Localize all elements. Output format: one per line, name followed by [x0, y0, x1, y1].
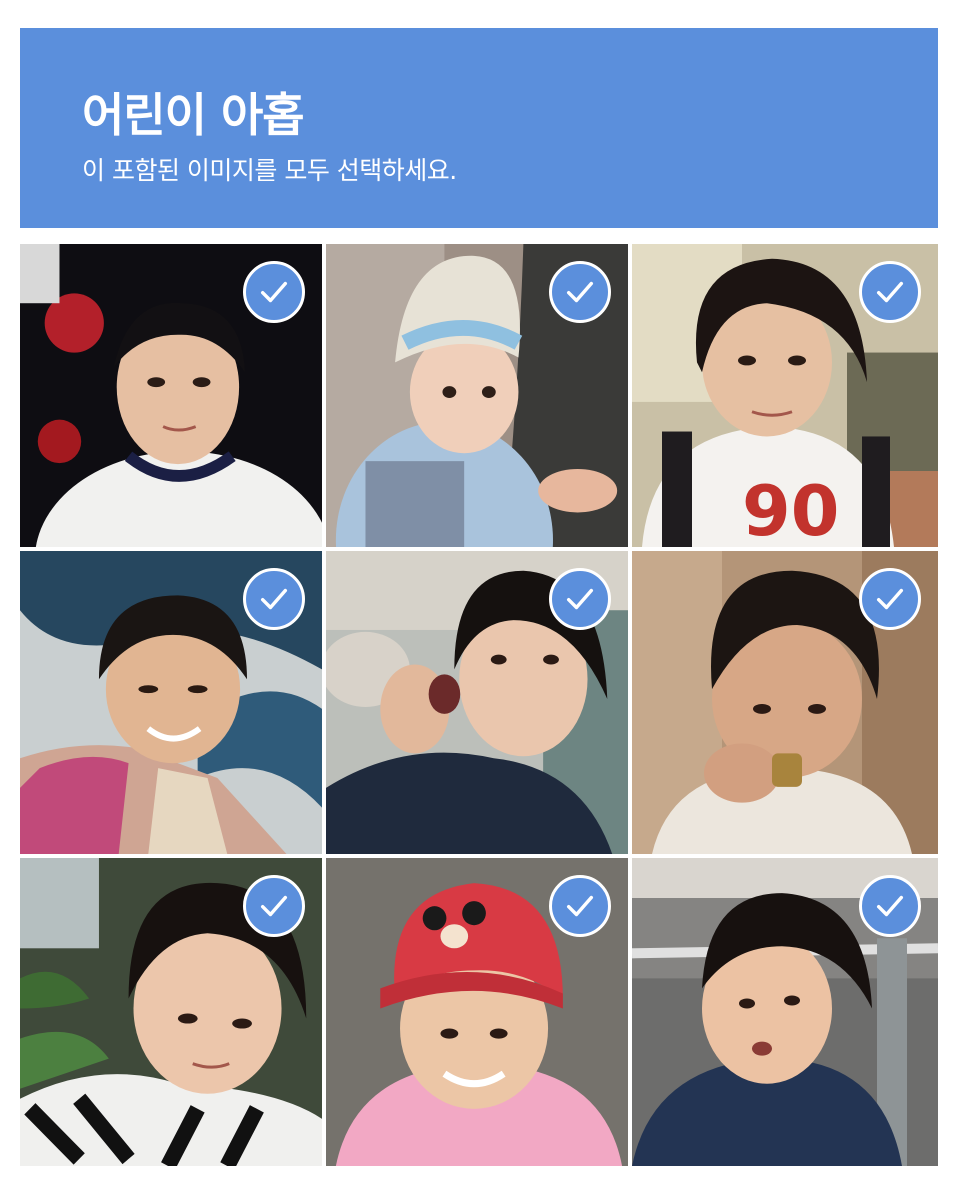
checkmark-icon	[566, 588, 594, 610]
captcha-header: 어린이 아홉 이 포함된 이미지를 모두 선택하세요.	[20, 28, 938, 228]
checkmark-icon	[566, 281, 594, 303]
selected-check	[859, 261, 921, 323]
selected-check	[859, 568, 921, 630]
checkmark-icon	[876, 588, 904, 610]
checkmark-icon	[876, 281, 904, 303]
selected-check	[243, 261, 305, 323]
captcha-title: 어린이 아홉	[82, 88, 305, 142]
selected-check	[549, 875, 611, 937]
selected-check	[243, 875, 305, 937]
selected-check	[859, 875, 921, 937]
checkmark-icon	[260, 895, 288, 917]
image-tile[interactable]	[20, 244, 326, 551]
image-grid: 90	[20, 244, 938, 1166]
image-tile[interactable]	[326, 244, 632, 551]
image-tile[interactable]	[632, 551, 938, 858]
checkmark-icon	[876, 895, 904, 917]
image-tile[interactable]	[632, 858, 938, 1166]
selected-check	[243, 568, 305, 630]
image-tile[interactable]	[326, 551, 632, 858]
captcha-instruction: 이 포함된 이미지를 모두 선택하세요.	[82, 156, 457, 185]
image-tile[interactable]: 90	[632, 244, 938, 551]
image-tile[interactable]	[20, 551, 326, 858]
checkmark-icon	[260, 281, 288, 303]
selected-check	[549, 261, 611, 323]
selected-check	[549, 568, 611, 630]
checkmark-icon	[260, 588, 288, 610]
image-tile[interactable]	[326, 858, 632, 1166]
image-tile[interactable]	[20, 858, 326, 1166]
checkmark-icon	[566, 895, 594, 917]
svg-text:90: 90	[742, 472, 839, 547]
